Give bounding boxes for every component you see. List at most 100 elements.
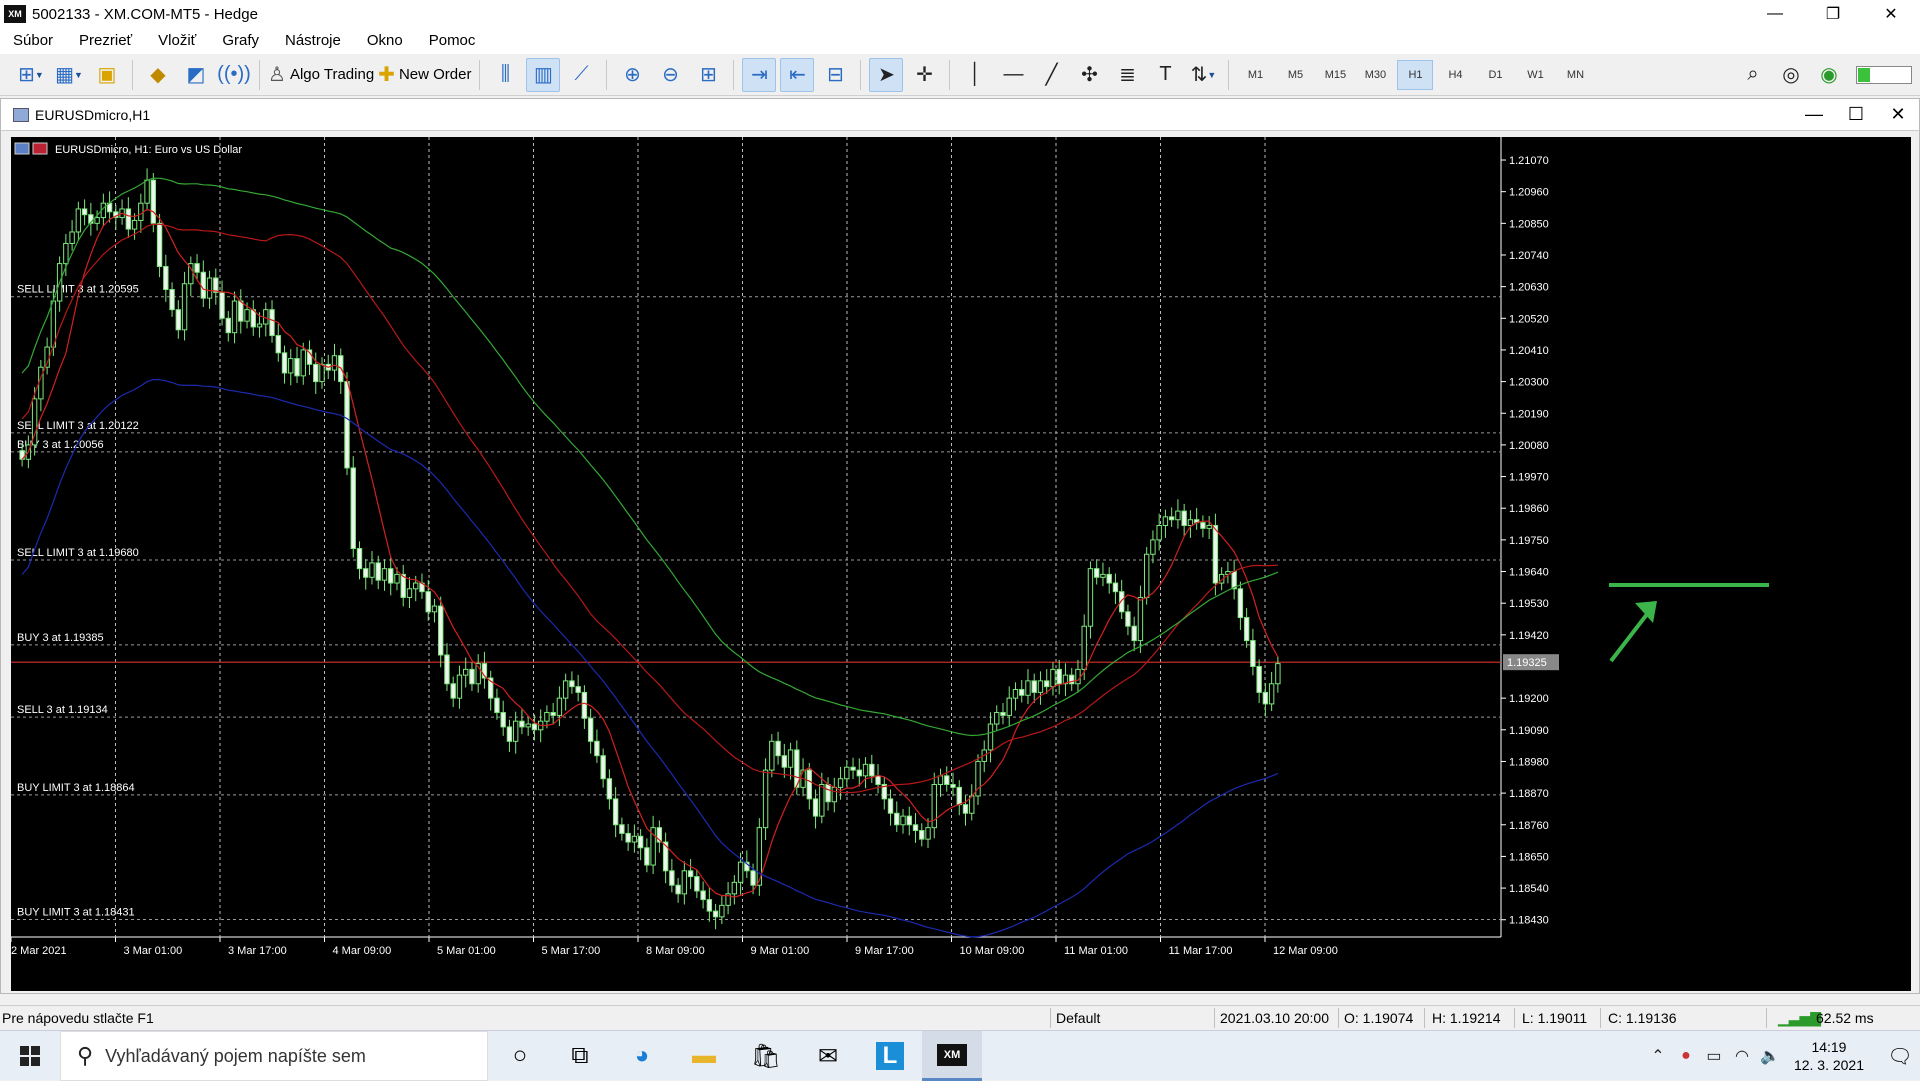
timeframe-m15[interactable]: M15 <box>1317 60 1353 90</box>
candle-body <box>288 358 294 374</box>
arrows-icon[interactable]: ⇅ ▼ <box>1186 58 1220 92</box>
taskbar-search-input[interactable]: ⚲ Vyhľadávaný pojem napíšte sem <box>60 1031 488 1081</box>
price-tick-label: 1.19530 <box>1509 598 1549 610</box>
candle-body <box>1106 573 1112 584</box>
chart-area[interactable]: EURUSDmicro, H1: Euro vs US Dollar 1.2107… <box>10 137 1911 991</box>
candle-body <box>912 824 919 832</box>
price-chart[interactable]: EURUSDmicro, H1: Euro vs US Dollar 1.2107… <box>10 137 1911 991</box>
candle-body <box>206 277 213 299</box>
chart-shift-icon[interactable]: ⇤ <box>780 57 815 92</box>
menu-tools[interactable]: Nástroje <box>272 28 354 54</box>
menu-view[interactable]: Prezrieť <box>66 28 145 54</box>
tray-security-icon[interactable]: ● <box>1672 1047 1700 1065</box>
menu-file[interactable]: Súbor <box>0 28 66 54</box>
price-tick-label: 1.20850 <box>1509 218 1549 230</box>
line-chart-icon[interactable]: ⟋ <box>564 58 598 92</box>
volume-mute-icon[interactable]: 🔈 <box>1756 1046 1784 1066</box>
candle-body <box>456 674 463 699</box>
close-button[interactable]: ✕ <box>1862 0 1920 28</box>
l-app-icon[interactable]: L <box>860 1031 920 1081</box>
menu-window[interactable]: Okno <box>354 28 416 54</box>
toolbar: ⊞ ▼ ▦ ▼ ▣ ◆ ◩ ((•)) ♙ Algo Trading ✚ New Ord… <box>0 54 1920 96</box>
timeframe-d1[interactable]: D1 <box>1477 60 1513 90</box>
candle-body <box>381 568 388 581</box>
time-tick-label: 12 Mar 09:00 <box>1273 945 1338 957</box>
bar-chart-icon[interactable]: ⫼ <box>488 58 522 92</box>
xm-app-icon[interactable]: XM <box>922 1031 982 1081</box>
taskbar: ⚲ Vyhľadávaný pojem napíšte sem ○ ⧉ ◕ ▬ … <box>0 1030 1920 1081</box>
timeframe-h4[interactable]: H4 <box>1437 60 1473 90</box>
store-icon[interactable]: 🛍 <box>736 1031 796 1081</box>
window-title: 5002133 - XM.COM-MT5 - Hedge <box>32 5 258 23</box>
candle-body <box>1268 683 1275 705</box>
signals-icon[interactable]: ((•)) <box>217 58 251 92</box>
new-chart-icon[interactable]: ⊞ ▼ <box>14 58 48 92</box>
candle-body <box>275 335 281 354</box>
indicators-icon[interactable]: ⊟ <box>818 58 852 92</box>
horizontal-line-icon[interactable]: ― <box>996 58 1030 92</box>
algo-trading-button[interactable]: ♙ Algo Trading <box>268 58 374 92</box>
crosshair-icon[interactable]: ✛ <box>907 58 941 92</box>
timeframe-w1[interactable]: W1 <box>1517 60 1553 90</box>
menu-help[interactable]: Pomoc <box>416 28 489 54</box>
timeframe-m1[interactable]: M1 <box>1237 60 1273 90</box>
candle-body <box>769 740 775 771</box>
timeframe-h1[interactable]: H1 <box>1397 59 1434 90</box>
autoscroll-icon[interactable]: ⇥ <box>742 57 777 92</box>
tile-windows-icon[interactable]: ⊞ <box>691 58 725 92</box>
candlestick-chart-icon[interactable]: ▥ <box>526 57 561 92</box>
candle-body <box>175 309 182 331</box>
battery-icon[interactable]: ▭ <box>1700 1046 1728 1066</box>
mail-icon[interactable]: ✉ <box>798 1031 858 1081</box>
minimize-button[interactable]: — <box>1746 0 1804 28</box>
candle-body <box>444 654 450 685</box>
price-tick-label: 1.18980 <box>1509 756 1549 768</box>
chart-maximize-button[interactable]: ☐ <box>1835 100 1877 130</box>
cortana-icon[interactable]: ○ <box>490 1031 550 1081</box>
menu-charts[interactable]: Grafy <box>209 28 272 54</box>
edge-browser-icon[interactable]: ◕ <box>612 1031 672 1081</box>
cursor-icon[interactable]: ➤ <box>869 57 904 92</box>
candle-body <box>1012 689 1019 699</box>
timeframe-m5[interactable]: M5 <box>1277 60 1313 90</box>
fibonacci-icon[interactable]: ✣ <box>1072 58 1106 92</box>
channels-icon[interactable]: ≣ <box>1110 58 1144 92</box>
price-tick-label: 1.18540 <box>1509 883 1549 895</box>
text-tool-icon[interactable]: T <box>1148 58 1182 92</box>
zoom-in-icon[interactable]: ⊕ <box>615 58 649 92</box>
zoom-out-icon[interactable]: ⊖ <box>653 58 687 92</box>
price-tick-label: 1.19640 <box>1509 567 1549 579</box>
vertical-line-icon[interactable]: │ <box>958 58 992 92</box>
candle-body <box>413 582 419 590</box>
status-open: O: 1.19074 <box>1344 1010 1414 1026</box>
tray-chevron-icon[interactable]: ⌃ <box>1644 1046 1672 1066</box>
candle-body <box>1050 668 1056 688</box>
vps-icon[interactable]: ◉ <box>1812 58 1846 92</box>
new-order-button[interactable]: ✚ New Order <box>378 58 471 92</box>
chart-close-button[interactable]: ✕ <box>1877 100 1919 130</box>
search-placeholder: Vyhľadávaný pojem napíšte sem <box>105 1045 366 1066</box>
chart-minimize-button[interactable]: — <box>1793 100 1835 130</box>
account-icon[interactable]: ◎ <box>1774 58 1808 92</box>
profiles-icon[interactable]: ▦ ▼ <box>52 58 86 92</box>
restore-button[interactable]: ❐ <box>1804 0 1862 28</box>
market-watch-icon[interactable]: ▣ <box>90 58 124 92</box>
candle-body <box>238 300 244 322</box>
metaeditor-icon[interactable]: ◩ <box>179 58 213 92</box>
task-view-icon[interactable]: ⧉ <box>550 1031 610 1081</box>
taskbar-clock[interactable]: 14:19 12. 3. 2021 <box>1794 1038 1864 1074</box>
menu-insert[interactable]: Vložiť <box>145 28 209 54</box>
search-icon: ⚲ <box>77 1043 94 1068</box>
trendline-icon[interactable]: ╱ <box>1034 58 1068 92</box>
timeframe-m30[interactable]: M30 <box>1357 60 1393 90</box>
file-explorer-icon[interactable]: ▬ <box>674 1031 734 1081</box>
search-icon[interactable]: ⌕ <box>1736 58 1770 92</box>
candle-body <box>181 283 188 331</box>
windows-start-icon[interactable] <box>0 1031 60 1081</box>
wifi-icon[interactable]: ◠ <box>1728 1046 1756 1066</box>
strategy-tester-icon[interactable]: ◆ <box>141 58 175 92</box>
timeframe-mn[interactable]: MN <box>1557 60 1593 90</box>
notifications-icon[interactable]: 🗨 <box>1880 1044 1920 1069</box>
candle-body <box>388 568 394 584</box>
candle-body <box>219 291 225 319</box>
